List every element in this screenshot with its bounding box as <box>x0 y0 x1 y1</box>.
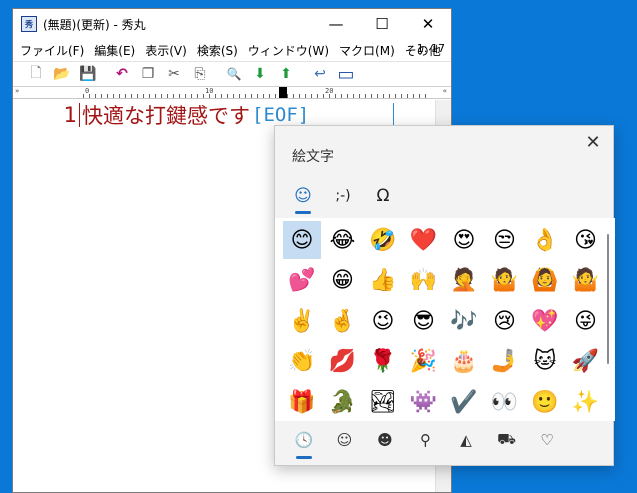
emoji-panel: 絵文字 ✕ ☺ ;-) Ω 😊 😂 🤣 ❤️ 😍 😒 👌 😘 💕 😁 👍 🙌 🤦 🤷 🙆 🤷 ✌️ 🤞 😉 😎 🎶 😢 💖 😜… <box>274 125 615 466</box>
line-divider <box>79 103 80 127</box>
emoji-cell[interactable]: 🐊 <box>324 383 362 421</box>
emoji-cell[interactable]: 🙌 <box>405 262 443 300</box>
emoji-cell[interactable]: 🏞 <box>364 383 402 421</box>
category-people-icon[interactable]: ☻ <box>370 425 400 455</box>
menu-file[interactable]: ファイル(F) <box>15 42 89 59</box>
split-icon[interactable]: ▭ <box>333 63 359 85</box>
menu-search[interactable]: 検索(S) <box>192 42 243 59</box>
category-celebration-icon[interactable]: ⚲ <box>411 425 441 455</box>
category-travel-icon[interactable]: ⛟ <box>492 425 522 455</box>
menu-macro[interactable]: マクロ(M) <box>334 42 400 59</box>
emoji-cell[interactable]: 🙆 <box>526 262 564 300</box>
tab-symbols[interactable]: Ω <box>366 180 400 212</box>
menu-window[interactable]: ウィンドウ(W) <box>243 42 334 59</box>
paste-icon[interactable]: ⎘ <box>187 63 213 85</box>
emoji-cell[interactable]: 🤦 <box>445 262 483 300</box>
emoji-cell[interactable]: ✨ <box>567 383 605 421</box>
emoji-cell[interactable]: 🤳 <box>486 343 524 381</box>
emoji-panel-tabs: ☺ ;-) Ω <box>275 178 613 216</box>
ruler-label-20: 20 <box>325 87 334 95</box>
category-recent-icon[interactable]: 🕓 <box>289 425 319 459</box>
line-number: 1 <box>63 103 77 127</box>
emoji-cell[interactable]: 💕 <box>283 262 321 300</box>
category-hearts-icon[interactable]: ♡ <box>532 425 562 455</box>
maximize-button[interactable]: ☐ <box>359 9 405 39</box>
tab-kaomoji[interactable]: ;-) <box>326 180 360 212</box>
eof-marker: [EOF] <box>252 104 310 126</box>
emoji-cell[interactable]: 🐱 <box>526 343 564 381</box>
ruler-label-10: 10 <box>205 87 214 95</box>
emoji-cell[interactable]: 😂 <box>324 221 362 259</box>
title-bar[interactable]: 秀 (無題)(更新) - 秀丸 — ☐ ✕ <box>13 9 451 39</box>
emoji-cell[interactable]: 😊 <box>283 221 321 259</box>
emoji-cell[interactable]: 👾 <box>405 383 443 421</box>
emoji-cell[interactable]: 😒 <box>486 221 524 259</box>
tab-emoji[interactable]: ☺ <box>286 180 320 214</box>
emoji-cell[interactable]: 😜 <box>567 302 605 340</box>
emoji-cell[interactable]: 🙂 <box>526 383 564 421</box>
menu-edit[interactable]: 編集(E) <box>89 42 140 59</box>
cut-icon[interactable]: ✂ <box>161 63 187 85</box>
emoji-cell[interactable]: ✔️ <box>445 383 483 421</box>
emoji-cell[interactable]: 👌 <box>526 221 564 259</box>
save-icon[interactable]: 💾 <box>75 63 101 85</box>
line-text[interactable]: 快適な打鍵感です <box>82 100 250 130</box>
emoji-cell[interactable]: 😉 <box>364 302 402 340</box>
ruler-end: « <box>442 87 447 95</box>
category-food-icon[interactable]: ◭ <box>451 425 481 455</box>
emoji-cell[interactable]: 😍 <box>445 221 483 259</box>
emoji-cell[interactable]: 🚀 <box>567 343 605 381</box>
emoji-cell[interactable]: 🎶 <box>445 302 483 340</box>
emoji-cell[interactable]: 🎁 <box>283 383 321 421</box>
emoji-cell[interactable]: 👏 <box>283 343 321 381</box>
emoji-category-bar: 🕓 ☺ ☻ ⚲ ◭ ⛟ ♡ <box>275 423 613 463</box>
emoji-cell[interactable]: 😁 <box>324 262 362 300</box>
undo-icon[interactable]: ↶ <box>109 63 135 85</box>
emoji-cell[interactable]: 🎂 <box>445 343 483 381</box>
app-icon[interactable]: 秀 <box>21 16 37 32</box>
emoji-cell[interactable]: 😢 <box>486 302 524 340</box>
emoji-cell[interactable]: ✌️ <box>283 302 321 340</box>
emoji-cell[interactable]: 🤷 <box>567 262 605 300</box>
emoji-cell[interactable]: 💖 <box>526 302 564 340</box>
emoji-cell[interactable]: 👀 <box>486 383 524 421</box>
open-folder-icon[interactable]: 📂 <box>49 63 75 85</box>
menu-bar: ファイル(F) 編集(E) 表示(V) 検索(S) ウィンドウ(W) マクロ(M… <box>13 39 451 61</box>
menu-view[interactable]: 表示(V) <box>140 42 192 59</box>
emoji-cell[interactable]: 🤞 <box>324 302 362 340</box>
ruler: » 0 10 20 « <box>13 87 451 99</box>
emoji-panel-title: 絵文字 <box>292 149 334 165</box>
emoji-grid: 😊 😂 🤣 ❤️ 😍 😒 👌 😘 💕 😁 👍 🙌 🤦 🤷 🙆 🤷 ✌️ 🤞 😉 😎 🎶 😢 💖 😜 👏 💋 🌹 🎉 🎂 🤳 🐱 🚀 🎁 🐊 🏞 👾 ✔️… <box>275 218 615 421</box>
emoji-cell[interactable]: 🤷 <box>486 262 524 300</box>
caret-column-line <box>393 103 394 127</box>
ruler-label-0: 0 <box>85 87 90 95</box>
copy-icon[interactable]: ❐ <box>135 63 161 85</box>
emoji-cell[interactable]: 😘 <box>567 221 605 259</box>
search-icon[interactable]: 🔍 <box>221 63 247 85</box>
emoji-cell[interactable]: ❤️ <box>405 221 443 259</box>
toolbar: 🗋 📂 💾 ↶ ❐ ✂ ⎘ 🔍 ⬇ ⬆ ↩ ▭ <box>13 61 451 87</box>
minimize-button[interactable]: — <box>313 9 359 39</box>
jump-icon[interactable]: ↩ <box>307 63 333 85</box>
ruler-start: » <box>15 87 20 95</box>
emoji-cell[interactable]: 👍 <box>364 262 402 300</box>
emoji-cell[interactable]: 🌹 <box>364 343 402 381</box>
close-button[interactable]: ✕ <box>405 9 451 39</box>
new-file-icon[interactable]: 🗋 <box>23 63 49 85</box>
search-up-icon[interactable]: ⬆ <box>273 63 299 85</box>
search-down-icon[interactable]: ⬇ <box>247 63 273 85</box>
emoji-panel-close-button[interactable]: ✕ <box>583 132 603 153</box>
emoji-cell[interactable]: 😎 <box>405 302 443 340</box>
category-smileys-icon[interactable]: ☺ <box>330 425 360 455</box>
emoji-cell[interactable]: 🤣 <box>364 221 402 259</box>
emoji-cell[interactable]: 🎉 <box>405 343 443 381</box>
window-title: (無題)(更新) - 秀丸 <box>43 17 146 32</box>
emoji-cell[interactable]: 💋 <box>324 343 362 381</box>
ruler-cursor-marker <box>279 87 287 98</box>
emoji-grid-scrollbar[interactable] <box>607 234 609 364</box>
cursor-position: 1: 17 <box>416 42 445 55</box>
